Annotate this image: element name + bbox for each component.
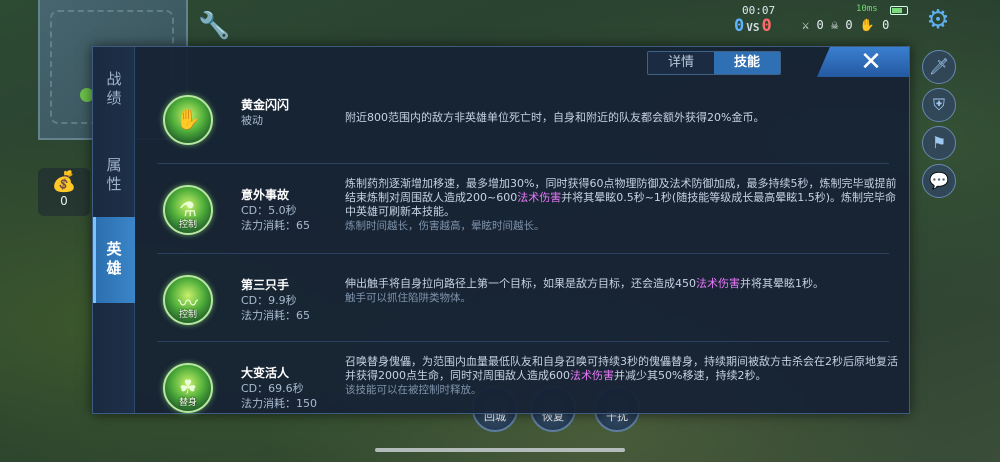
divider <box>157 341 889 342</box>
passive-skill-icon[interactable]: ✋ <box>163 95 213 145</box>
gold-pouch[interactable]: 💰 0 <box>38 168 90 216</box>
close-icon: ✕ <box>860 47 882 77</box>
team-score: 0 VS 0 <box>734 16 772 36</box>
skull-icon: ☠ <box>830 18 839 32</box>
skill-cooldown: CD：5.0秒 <box>241 204 297 217</box>
panel-top-tabs: 详情 技能 <box>647 51 781 75</box>
divider <box>157 253 889 254</box>
skill-mana-cost: 法力消耗：65 <box>241 219 310 232</box>
money-bag-icon: 💰 <box>51 169 77 193</box>
hero-info-panel: 战绩 属性 英雄 详情 技能 ✕ ✋ 黄金闪闪 被动 附近800范围内的敌方非英… <box>92 46 910 414</box>
tab-skills[interactable]: 技能 <box>714 52 780 74</box>
skill-note: 触手可以抓住陷阱类物体。 <box>345 292 471 304</box>
top-hud: 00:07 0 VS 0 ⚔ 0 ☠ 0 ✋ 0 10ms <box>730 4 915 36</box>
retreat-signal-button[interactable]: ⛨ <box>922 88 956 122</box>
skill-tag: 控制 <box>178 310 197 320</box>
skill-description: 炼制药剂逐渐增加移速，最多增加30%，同时获得60点物理防御及法术防御加成，最多… <box>345 177 905 233</box>
flag-icon: ⚑ <box>931 133 947 152</box>
desc-text: 伸出触手将自身拉向路径上第一个目标，如果是敌方目标，还会造成450 <box>345 277 696 290</box>
skill-description: 召唤替身傀儡，为范围内血量最低队友和自身召唤可持续3秒的傀儡替身，持续期间被敌方… <box>345 355 905 397</box>
tab-hero[interactable]: 英雄 <box>93 217 135 303</box>
skill-meta: 意外事故 CD：5.0秒 法力消耗：65 <box>241 187 331 233</box>
skill-3-icon[interactable]: ☘ 替身 <box>163 363 213 413</box>
skill-name: 黄金闪闪 <box>241 98 290 112</box>
magic-damage-text: 法术伤害 <box>570 369 614 382</box>
tab-record[interactable]: 战绩 <box>93 47 135 133</box>
kda-readout: ⚔ 0 ☠ 0 ✋ 0 <box>802 18 889 32</box>
skill-name: 意外事故 <box>241 188 290 202</box>
vs-label: VS <box>746 21 760 34</box>
close-button[interactable]: ✕ <box>817 47 909 77</box>
magic-damage-text: 法术伤害 <box>696 277 740 290</box>
blue-score: 0 <box>734 16 745 36</box>
skill-meta: 黄金闪闪 被动 <box>241 97 331 128</box>
deaths-count: 0 <box>845 18 853 32</box>
skill-list: ✋ 黄金闪闪 被动 附近800范围内的敌方非英雄单位死亡时，自身和附近的队友都会… <box>135 77 909 413</box>
latency-readout: 10ms <box>856 4 878 14</box>
hand-coins-icon: ✋ <box>175 107 201 131</box>
assist-icon: ✋ <box>859 18 875 32</box>
attack-signal-button[interactable]: 🗡 <box>922 50 956 84</box>
tab-attributes[interactable]: 属性 <box>93 133 135 219</box>
gold-count: 0 <box>60 194 68 208</box>
divider <box>157 163 889 164</box>
desc-text: 附近800范围内的敌方非英雄单位死亡时，自身和附近的队友都会额外获得20%金币。 <box>345 111 765 124</box>
skill-type: 被动 <box>241 114 263 127</box>
skill-tag: 替身 <box>178 398 197 408</box>
skill-description: 附近800范围内的敌方非英雄单位死亡时，自身和附近的队友都会额外获得20%金币。 <box>345 111 905 125</box>
skill-cooldown: CD：9.9秒 <box>241 294 297 307</box>
skill-mana-cost: 法力消耗：65 <box>241 309 310 322</box>
skill-row-3: ☘ 替身 大变活人 CD：69.6秒 法力消耗：150 召唤替身傀儡，为范围内血量… <box>135 345 909 429</box>
red-score: 0 <box>761 16 772 36</box>
skill-meta: 第三只手 CD：9.9秒 法力消耗：65 <box>241 277 331 323</box>
gather-signal-button[interactable]: ⚑ <box>922 126 956 160</box>
assists-count: 0 <box>882 18 890 32</box>
kills-count: 0 <box>816 18 824 32</box>
tab-details[interactable]: 详情 <box>648 52 714 74</box>
skill-tag: 控制 <box>178 220 197 230</box>
chat-button[interactable]: 💬 <box>922 164 956 198</box>
desc-text-rest: 并减少其50%移速，持续2秒。 <box>614 369 767 382</box>
skill-1-icon[interactable]: ⚗ 控制 <box>163 185 213 235</box>
battery-icon <box>890 6 908 15</box>
skill-row-2: 〰控制 第三只手 CD：9.9秒 法力消耗：65 伸出触手将自身拉向路径上第一个… <box>135 257 909 341</box>
sword-icon: ⚔ <box>802 18 810 32</box>
wrench-icon[interactable]: 🔧 <box>198 10 230 42</box>
skill-row-passive: ✋ 黄金闪闪 被动 附近800范围内的敌方非英雄单位死亡时，自身和附近的队友都会… <box>135 77 909 161</box>
skill-cooldown: CD：69.6秒 <box>241 382 304 395</box>
skill-meta: 大变活人 CD：69.6秒 法力消耗：150 <box>241 365 331 411</box>
skill-name: 大变活人 <box>241 366 290 380</box>
skill-name: 第三只手 <box>241 278 290 292</box>
desc-text-rest: 并将其晕眩1秒。 <box>740 277 824 290</box>
skill-row-1: ⚗ 控制 意外事故 CD：5.0秒 法力消耗：65 炼制药剂逐渐增加移速，最多增加… <box>135 167 909 251</box>
magic-damage-text: 法术伤害 <box>517 191 562 204</box>
shield-icon: ⛨ <box>932 95 945 114</box>
chat-bubble-icon: 💬 <box>929 171 949 190</box>
panel-side-tabs: 战绩 属性 英雄 <box>93 47 135 413</box>
gear-icon[interactable]: ⚙ <box>922 4 954 36</box>
skill-2-icon[interactable]: 〰控制 <box>163 275 213 325</box>
skill-note: 该技能可以在被控制时释放。 <box>345 384 482 396</box>
home-indicator[interactable] <box>375 448 625 452</box>
skill-note: 炼制时间越长，伤害越高，晕眩时间越长。 <box>345 220 545 232</box>
sword-icon: 🗡 <box>928 57 950 76</box>
skill-description: 伸出触手将自身拉向路径上第一个目标，如果是敌方目标，还会造成450法术伤害并将其… <box>345 277 905 305</box>
skill-mana-cost: 法力消耗：150 <box>241 397 317 410</box>
